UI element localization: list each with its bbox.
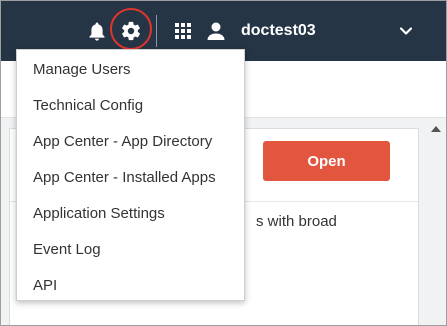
bell-icon[interactable] xyxy=(88,21,106,41)
menu-item-manage-users[interactable]: Manage Users xyxy=(17,52,244,88)
apps-grid-icon[interactable] xyxy=(175,23,191,39)
scroll-up-arrow-icon[interactable] xyxy=(430,124,442,134)
menu-item-api[interactable]: API xyxy=(17,268,244,304)
menu-item-technical-config[interactable]: Technical Config xyxy=(17,88,244,124)
app-window: doctest03 Open s with broad Manage Users… xyxy=(0,0,447,326)
username-label[interactable]: doctest03 xyxy=(241,21,316,41)
menu-item-application-settings[interactable]: Application Settings xyxy=(17,196,244,232)
menu-item-installed-apps[interactable]: App Center - Installed Apps xyxy=(17,160,244,196)
menu-item-event-log[interactable]: Event Log xyxy=(17,232,244,268)
menu-item-app-directory[interactable]: App Center - App Directory xyxy=(17,124,244,160)
open-button[interactable]: Open xyxy=(263,141,390,181)
header-divider xyxy=(156,15,157,47)
chevron-down-icon[interactable] xyxy=(399,24,413,38)
settings-dropdown-menu: Manage Users Technical Config App Center… xyxy=(16,49,245,301)
card-description: s with broad xyxy=(256,213,337,230)
user-icon[interactable] xyxy=(206,21,226,41)
vertical-scrollbar[interactable] xyxy=(426,118,446,325)
gear-icon[interactable] xyxy=(120,20,142,42)
